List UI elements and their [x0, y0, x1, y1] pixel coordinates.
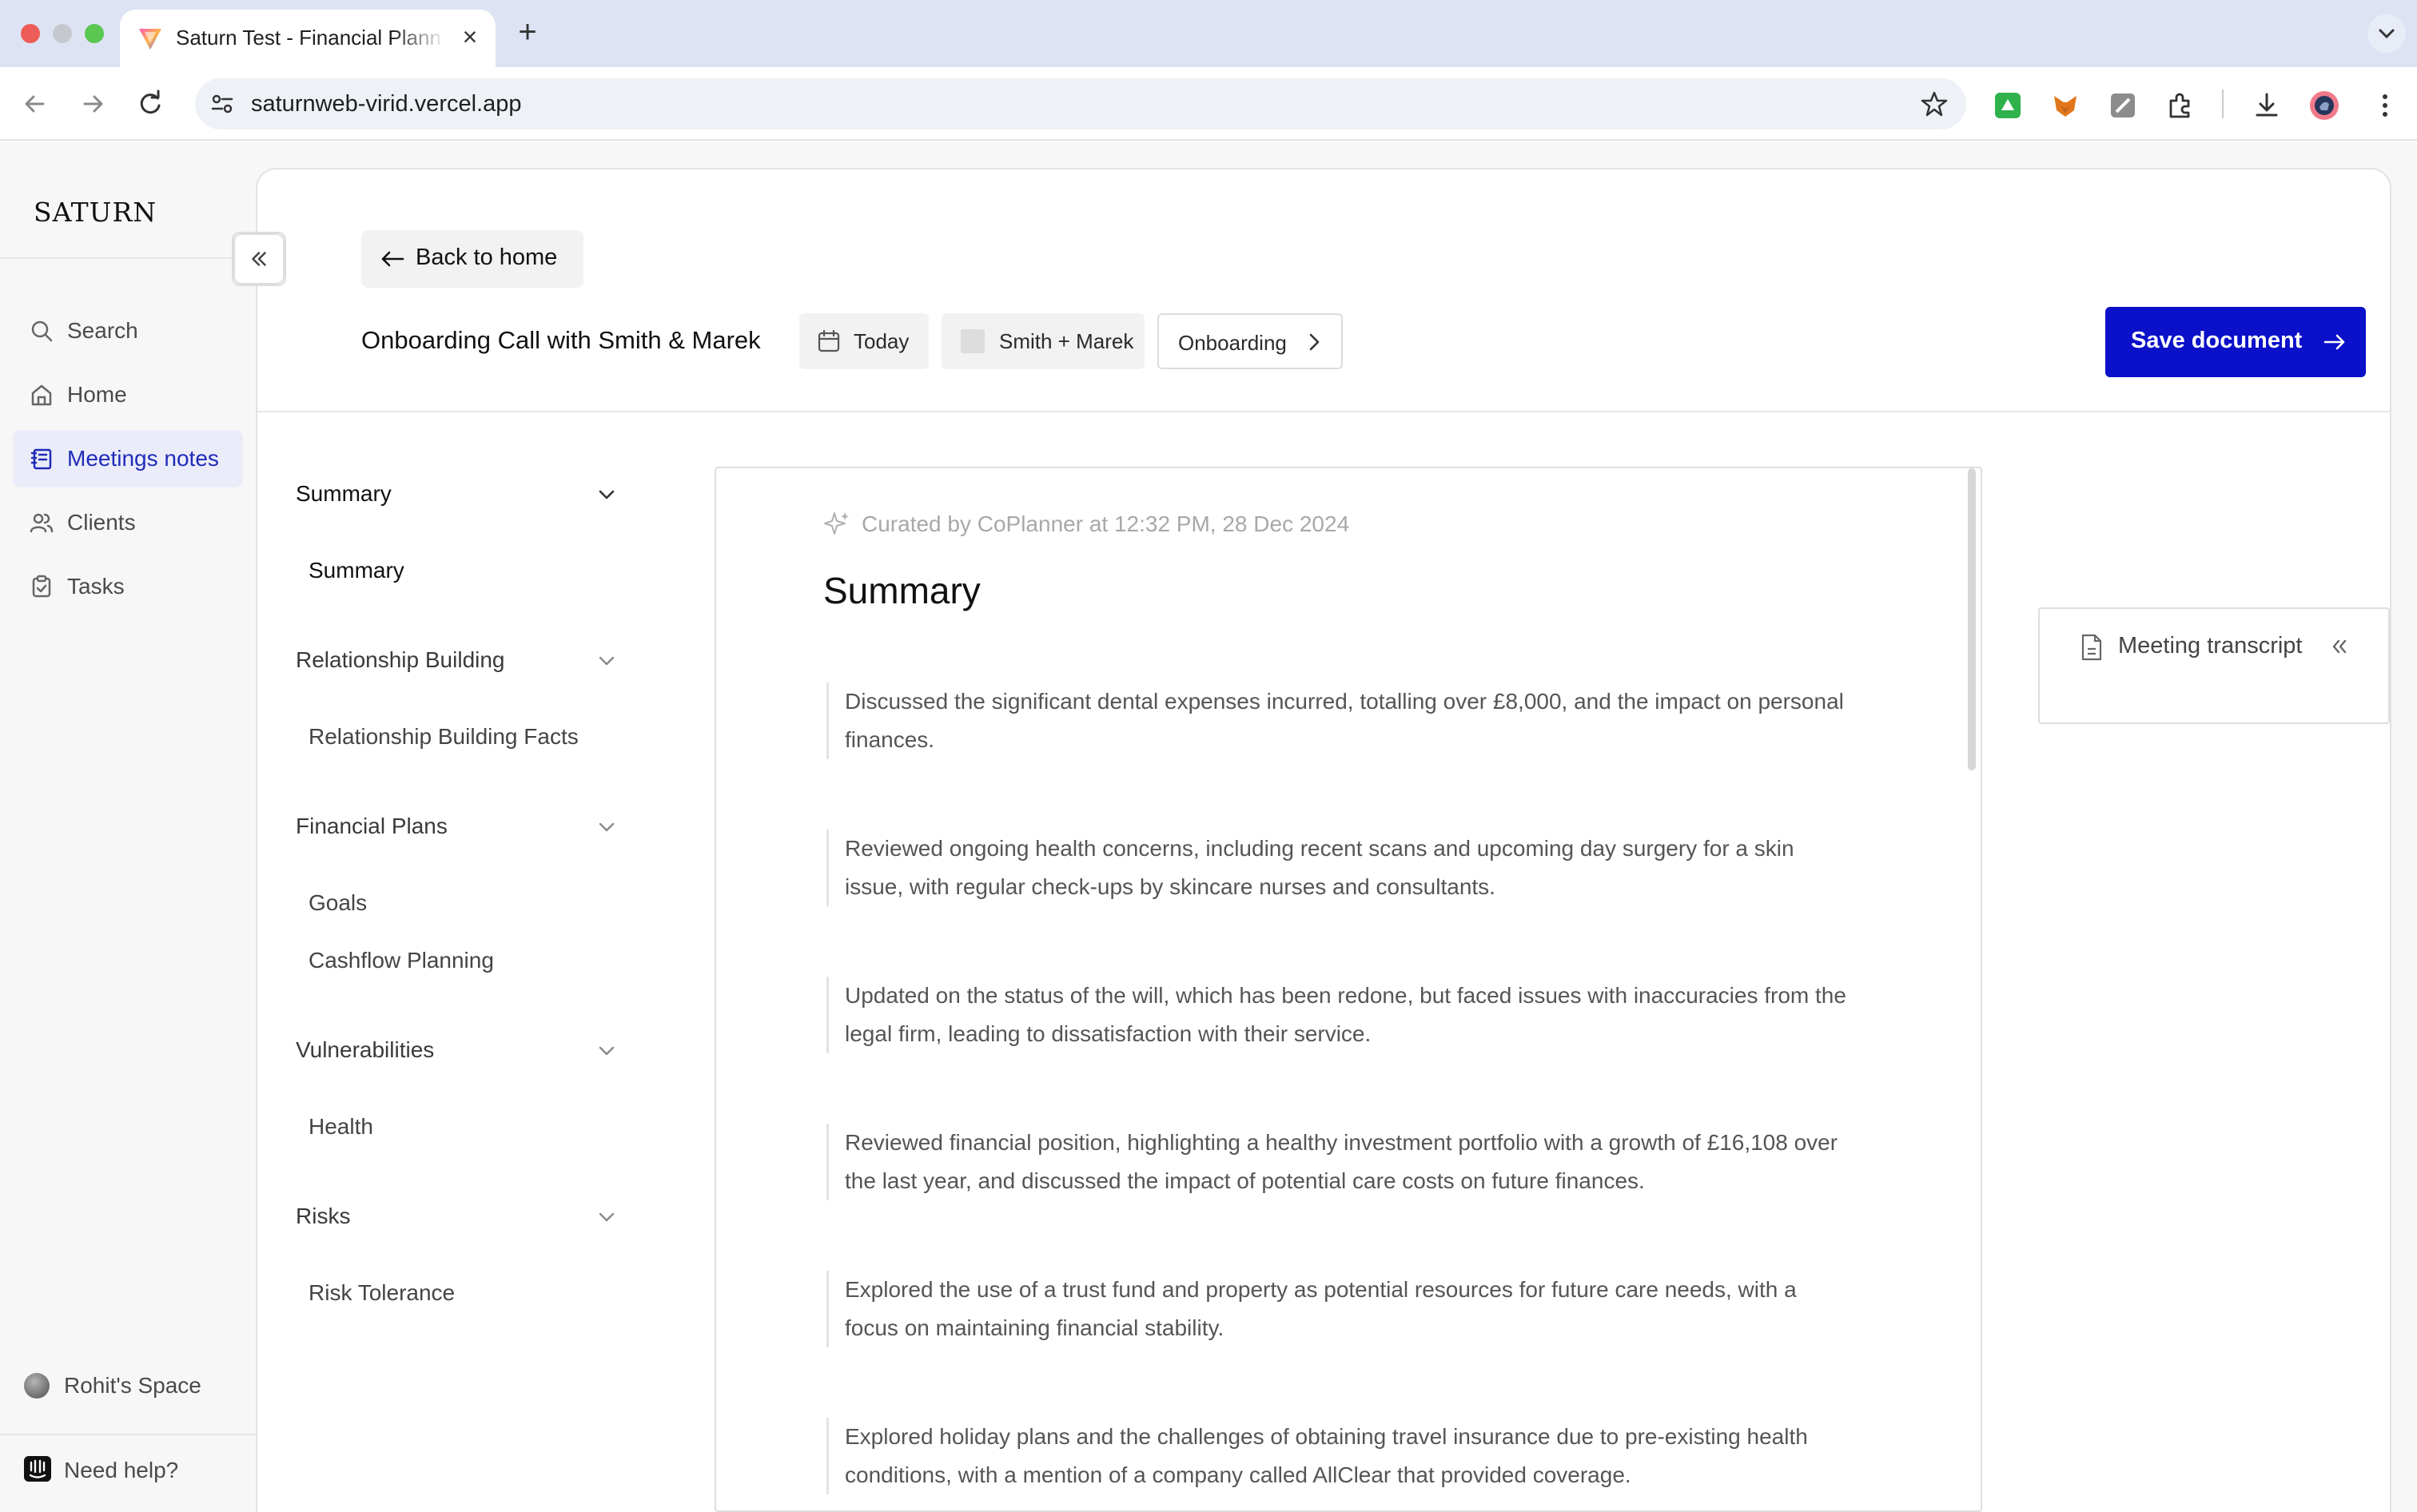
toc-section-risks[interactable]: Risks — [296, 1204, 350, 1229]
meeting-transcript-label: Meeting transcript — [2118, 633, 2303, 659]
document-icon — [2081, 634, 2102, 661]
maximize-window-button[interactable] — [85, 24, 104, 43]
client-chip[interactable]: Smith + Marek — [942, 313, 1145, 369]
more-menu-icon[interactable] — [2369, 90, 2401, 121]
arrow-left-icon — [381, 251, 404, 267]
workspace-label: Rohit's Space — [64, 1373, 201, 1398]
back-to-home-label: Back to home — [416, 245, 558, 270]
toc-item-relationship-building-facts[interactable]: Relationship Building Facts — [309, 724, 579, 750]
address-bar[interactable]: saturnweb-virid.vercel.app — [195, 78, 1966, 129]
date-chip[interactable]: Today — [799, 313, 929, 369]
chevron-down-icon[interactable] — [593, 1037, 620, 1064]
toc-item-health[interactable]: Health — [309, 1114, 373, 1140]
workspace-avatar — [24, 1373, 50, 1399]
brand-logo[interactable]: SATURN — [34, 197, 157, 228]
meeting-transcript-button[interactable]: Meeting transcript — [2038, 607, 2390, 724]
reload-icon[interactable] — [133, 86, 168, 121]
summary-bullet[interactable]: Discussed the significant dental expense… — [826, 682, 1850, 759]
sidebar-item-label: Search — [67, 318, 138, 343]
curated-text: Curated by CoPlanner at 12:32 PM, 28 Dec… — [862, 511, 1350, 536]
save-document-label: Save document — [2131, 328, 2303, 353]
calendar-icon — [818, 329, 840, 352]
summary-bullet[interactable]: Explored the use of a trust fund and pro… — [826, 1271, 1850, 1347]
summary-bullet[interactable]: Reviewed financial position, highlightin… — [826, 1124, 1850, 1200]
chevron-down-icon[interactable] — [593, 647, 620, 674]
toc-section-summary[interactable]: Summary — [296, 481, 392, 507]
toolbar-separator — [2222, 90, 2224, 118]
close-window-button[interactable] — [21, 24, 40, 43]
tab-title-fade — [392, 21, 448, 53]
document-editor[interactable]: Curated by CoPlanner at 12:32 PM, 28 Dec… — [715, 467, 1982, 1512]
chevron-right-icon — [1309, 333, 1320, 351]
arrow-right-icon — [2323, 334, 2345, 350]
collapse-sidebar-icon[interactable] — [232, 232, 286, 286]
tasks-icon — [32, 575, 51, 598]
sparkle-icon — [824, 512, 849, 535]
site-settings-icon[interactable] — [208, 90, 237, 118]
sidebar-item-clients[interactable]: Clients — [13, 494, 243, 551]
download-icon[interactable] — [2251, 90, 2283, 121]
chevron-down-icon[interactable] — [593, 1204, 620, 1231]
extension-gray-icon[interactable] — [2107, 90, 2139, 121]
page-title[interactable]: Onboarding Call with Smith & Marek — [361, 326, 761, 355]
notes-icon — [30, 448, 52, 470]
header-divider — [257, 411, 2390, 412]
toc-item-summary[interactable]: Summary — [309, 558, 404, 583]
browser-tabstrip: Saturn Test - Financial Planning × + — [0, 0, 2417, 67]
minimize-window-button[interactable] — [53, 24, 72, 43]
bookmark-star-icon[interactable] — [1920, 90, 1949, 118]
back-icon[interactable] — [18, 86, 53, 121]
tab-close-icon[interactable]: × — [456, 22, 484, 51]
sidebar-item-search[interactable]: Search — [13, 302, 243, 360]
client-swatch — [961, 329, 985, 353]
forward-icon[interactable] — [75, 86, 110, 121]
sidebar-item-label: Clients — [67, 510, 136, 535]
chevrons-left-icon — [2332, 639, 2347, 654]
summary-bullet[interactable]: Explored holiday plans and the challenge… — [826, 1418, 1850, 1494]
profile-avatar-icon[interactable] — [2308, 90, 2340, 121]
home-icon — [31, 384, 52, 406]
chevron-down-icon[interactable] — [593, 814, 620, 841]
back-to-home-button[interactable]: Back to home — [361, 230, 583, 288]
toc-item-risk-tolerance[interactable]: Risk Tolerance — [309, 1280, 455, 1306]
document-heading[interactable]: Summary — [823, 569, 981, 612]
extension-green-icon[interactable] — [1992, 90, 2024, 121]
need-help-label: Need help? — [64, 1458, 179, 1482]
sidebar-bottom-divider — [0, 1434, 256, 1435]
browser-tab-active[interactable]: Saturn Test - Financial Planning × — [120, 10, 496, 67]
metamask-fox-icon[interactable] — [2049, 90, 2081, 121]
chevron-down-icon[interactable] — [593, 481, 620, 508]
toc-section-relationship-building[interactable]: Relationship Building — [296, 647, 505, 673]
toc-section-vulnerabilities[interactable]: Vulnerabilities — [296, 1037, 434, 1063]
sidebar-item-tasks[interactable]: Tasks — [13, 558, 243, 615]
chat-help-icon — [24, 1456, 51, 1482]
sidebar-item-label: Meetings notes — [67, 446, 219, 471]
meeting-type-label: Onboarding — [1178, 331, 1287, 355]
tab-search-chevron-icon[interactable] — [2367, 14, 2406, 53]
extensions-puzzle-icon[interactable] — [2164, 90, 2196, 121]
summary-bullet[interactable]: Updated on the status of the will, which… — [826, 977, 1850, 1053]
sidebar-item-label: Tasks — [67, 574, 125, 599]
sidebar-item-label: Home — [67, 382, 127, 407]
toc-item-goals[interactable]: Goals — [309, 890, 367, 916]
save-document-button[interactable]: Save document — [2105, 307, 2366, 377]
search-icon — [31, 320, 53, 342]
sidebar-divider — [0, 257, 256, 259]
new-tab-button[interactable]: + — [512, 16, 544, 51]
client-chip-label: Smith + Marek — [999, 329, 1134, 353]
document-scrollbar[interactable] — [1968, 468, 1976, 770]
summary-bullet[interactable]: Reviewed ongoing health concerns, includ… — [826, 830, 1850, 906]
sidebar-item-meetings-notes[interactable]: Meetings notes — [13, 430, 243, 487]
url-text: saturnweb-virid.vercel.app — [251, 91, 522, 117]
sidebar-item-home[interactable]: Home — [13, 366, 243, 424]
meeting-type-chip[interactable]: Onboarding — [1157, 313, 1343, 369]
clients-icon — [30, 513, 54, 533]
date-chip-label: Today — [854, 329, 910, 353]
toc-item-cashflow-planning[interactable]: Cashflow Planning — [309, 948, 494, 973]
toc-section-financial-plans[interactable]: Financial Plans — [296, 814, 448, 839]
saturn-favicon-icon — [139, 29, 161, 50]
